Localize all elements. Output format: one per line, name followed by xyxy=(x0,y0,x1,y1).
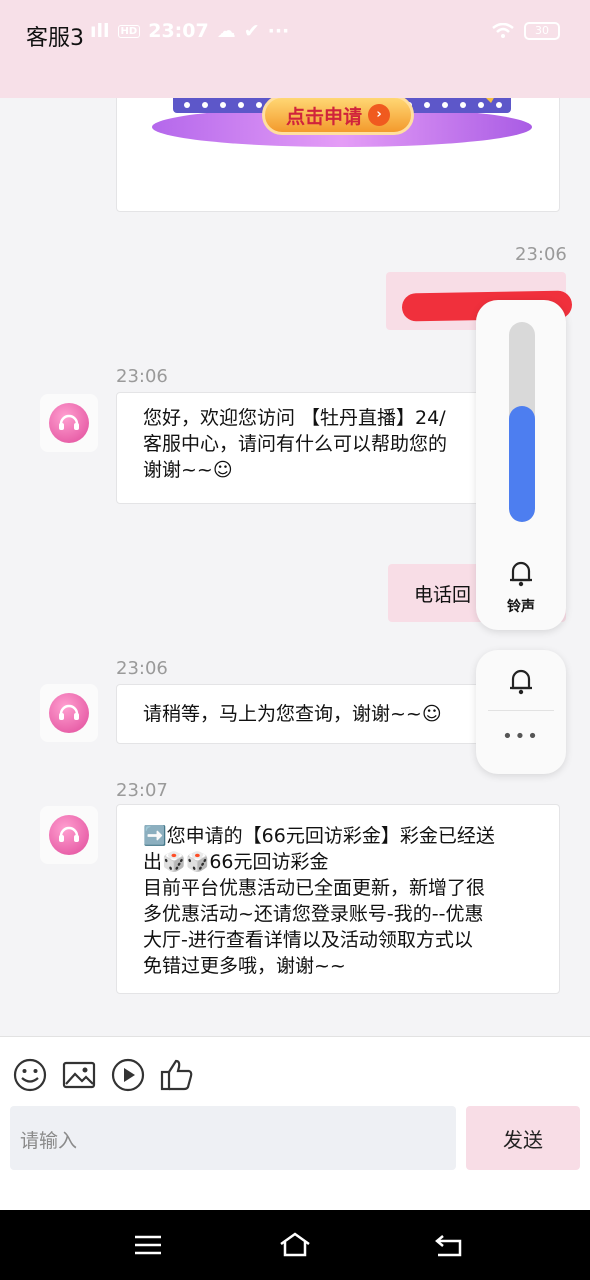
status-time: 23:07 xyxy=(148,20,209,42)
status-right: 30 xyxy=(492,22,560,40)
incoming-message[interactable]: ➡️您申请的【66元回访彩金】彩金已经送 出🎲🎲66元回访彩金 目前平台优惠活动… xyxy=(116,804,560,994)
more-status-icon: ··· xyxy=(267,20,290,42)
wifi-icon xyxy=(492,23,514,38)
bell-icon[interactable] xyxy=(507,666,535,696)
divider xyxy=(488,710,554,711)
cloud-icon: ☁ xyxy=(216,20,236,42)
more-options-icon[interactable]: ••• xyxy=(476,726,566,747)
agent-avatar[interactable] xyxy=(40,394,98,452)
emoji-icon[interactable] xyxy=(12,1057,48,1093)
check-icon: ✔ xyxy=(243,20,260,42)
message-line: 客服中心，请问有什么可以帮助您的 xyxy=(143,433,448,455)
volume-slider[interactable] xyxy=(509,322,535,522)
chat-title: 客服3 xyxy=(26,26,84,51)
headset-icon xyxy=(59,704,79,720)
message-time: 23:07 xyxy=(116,780,168,801)
volume-panel[interactable]: 铃声 xyxy=(476,300,566,630)
thumbs-up-icon[interactable] xyxy=(159,1057,195,1093)
apply-button[interactable]: 点击申请 › xyxy=(262,98,414,135)
agent-avatar[interactable] xyxy=(40,806,98,864)
signal-icon: ıll xyxy=(90,20,110,42)
sound-mode-panel[interactable]: ••• xyxy=(476,650,566,774)
send-button-label: 发送 xyxy=(503,1127,543,1152)
message-line: 出🎲🎲66元回访彩金 xyxy=(143,851,329,873)
promo-banner-card[interactable]: 点击申请 › xyxy=(116,98,560,212)
ring-label: 铃声 xyxy=(507,599,535,615)
hd-badge: HD xyxy=(117,24,141,38)
bell-icon[interactable] xyxy=(507,558,535,588)
status-bar: ıll HD 23:07 ☁ ✔ ··· xyxy=(90,20,289,42)
message-text: 电话回 xyxy=(414,584,472,606)
message-line: 免错过更多哦，谢谢~~ xyxy=(143,955,346,977)
message-time: 23:06 xyxy=(515,244,567,265)
message-time: 23:06 xyxy=(116,366,168,387)
composer: 请输入 发送 xyxy=(0,1036,590,1210)
back-icon[interactable] xyxy=(432,1230,466,1260)
battery-icon: 30 xyxy=(524,22,560,40)
agent-avatar[interactable] xyxy=(40,684,98,742)
message-line: 目前平台优惠活动已全面更新，新增了很 xyxy=(143,877,486,899)
system-nav-bar xyxy=(0,1210,590,1280)
message-line: 大厅-进行查看详情以及活动领取方式以 xyxy=(143,929,473,951)
message-line: 多优惠活动~还请您登录账号-我的--优惠 xyxy=(143,903,484,925)
headset-icon xyxy=(59,826,79,842)
headset-icon xyxy=(59,414,79,430)
menu-icon[interactable] xyxy=(131,1230,165,1260)
message-line: 请稍等，马上为您查询，谢谢~~☺ xyxy=(143,703,442,725)
message-line: 谢谢~~☺ xyxy=(143,459,233,481)
message-line: 您好，欢迎您访问 【牡丹直播】24/ xyxy=(143,407,446,429)
chat-header: 客服3 ıll HD 23:07 ☁ ✔ ··· 30 xyxy=(0,0,590,98)
send-button[interactable]: 发送 xyxy=(466,1106,580,1170)
apply-button-label: 点击申请 xyxy=(285,105,362,128)
video-icon[interactable] xyxy=(110,1057,146,1093)
message-input[interactable]: 请输入 xyxy=(10,1106,456,1170)
message-line: ➡️您申请的【66元回访彩金】彩金已经送 xyxy=(143,825,495,847)
arrow-right-icon: › xyxy=(368,104,390,126)
volume-level xyxy=(509,406,535,522)
message-time: 23:06 xyxy=(116,658,168,679)
message-input-placeholder: 请输入 xyxy=(20,1130,78,1152)
image-icon[interactable] xyxy=(61,1057,97,1093)
home-icon[interactable] xyxy=(278,1230,312,1260)
